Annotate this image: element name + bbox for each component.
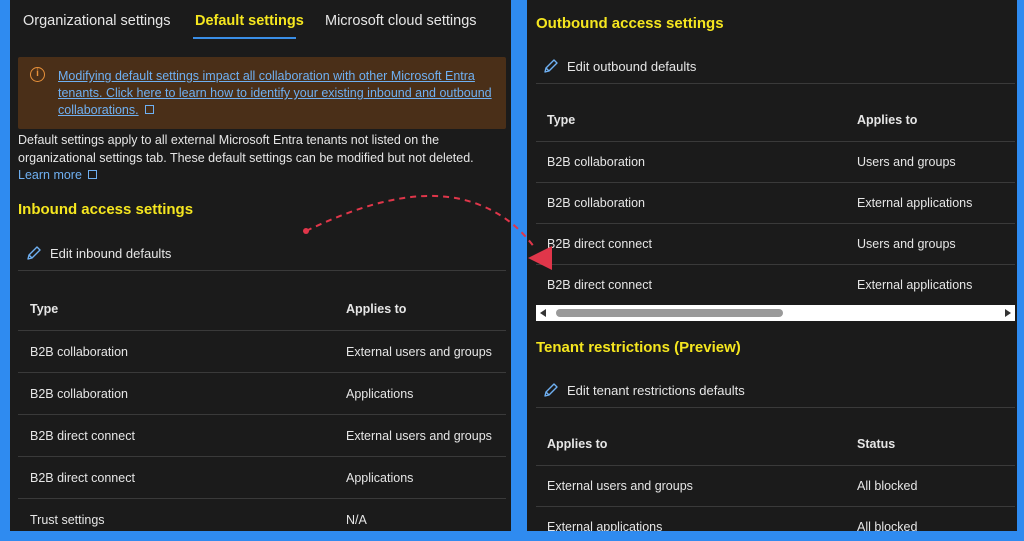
cell-applies-to: External users and groups — [547, 479, 693, 493]
info-icon: i — [30, 67, 45, 82]
table-header-row: Type Applies to — [18, 288, 506, 330]
column-header-type: Type — [547, 113, 576, 127]
tenant-restrictions-table: Applies to Status External users and gro… — [536, 423, 1015, 531]
pencil-icon — [27, 246, 41, 260]
cell-applies-to: Applications — [346, 386, 414, 401]
scroll-left-icon[interactable] — [540, 309, 546, 317]
table-row[interactable]: B2B collaboration External users and gro… — [18, 330, 506, 372]
cell-applies-to: N/A — [346, 512, 367, 527]
warning-banner: i Modifying default settings impact all … — [18, 57, 506, 129]
banner-link[interactable]: Modifying default settings impact all co… — [58, 68, 498, 119]
column-header-applies-to: Applies to — [547, 437, 608, 451]
scroll-right-icon[interactable] — [1005, 309, 1011, 317]
default-settings-description: Default settings apply to all external M… — [18, 133, 474, 165]
tab-default-settings[interactable]: Default settings — [195, 13, 304, 29]
external-link-icon — [144, 105, 154, 114]
table-row[interactable]: External applications All blocked — [536, 506, 1015, 531]
tab-bar: Organizational settings Default settings… — [10, 0, 511, 44]
cell-type: B2B direct connect — [30, 428, 135, 443]
table-row[interactable]: Trust settings N/A — [18, 498, 506, 531]
table-row[interactable]: B2B direct connect Users and groups — [536, 223, 1015, 264]
divider — [18, 270, 506, 271]
horizontal-scrollbar[interactable] — [536, 305, 1015, 321]
active-tab-indicator — [193, 37, 296, 39]
divider — [536, 83, 1015, 84]
table-row[interactable]: B2B direct connect External applications — [536, 264, 1015, 305]
cell-type: B2B direct connect — [547, 278, 652, 292]
cell-applies-to: Users and groups — [857, 237, 956, 251]
table-row[interactable]: B2B collaboration Users and groups — [536, 141, 1015, 182]
cell-applies-to: Users and groups — [857, 155, 956, 169]
table-header-row: Type Applies to — [536, 99, 1015, 141]
table-header-row: Applies to Status — [536, 423, 1015, 465]
cell-type: B2B collaboration — [30, 344, 128, 359]
inbound-section-title: Inbound access settings — [18, 201, 194, 218]
tab-microsoft-cloud-settings[interactable]: Microsoft cloud settings — [325, 13, 477, 29]
cell-applies-to: External applications — [857, 196, 973, 210]
column-header-status: Status — [857, 437, 896, 451]
left-panel: Organizational settings Default settings… — [10, 0, 511, 531]
cell-status: All blocked — [857, 520, 918, 531]
column-header-type: Type — [30, 302, 59, 316]
pencil-icon — [544, 383, 558, 397]
cell-type: B2B collaboration — [547, 155, 645, 169]
inbound-table: Type Applies to B2B collaboration Extern… — [18, 288, 506, 531]
column-header-applies-to: Applies to — [857, 113, 918, 127]
outbound-table: Type Applies to B2B collaboration Users … — [536, 99, 1015, 305]
cell-applies-to: External applications — [547, 520, 663, 531]
edit-tenant-restrictions-button[interactable]: Edit tenant restrictions defaults — [543, 382, 745, 398]
cell-type: B2B collaboration — [547, 196, 645, 210]
cell-status: All blocked — [857, 479, 918, 493]
table-row[interactable]: B2B direct connect External users and gr… — [18, 414, 506, 456]
learn-more-link[interactable]: Learn more — [18, 168, 97, 182]
column-header-applies-to: Applies to — [346, 302, 407, 316]
cell-applies-to: External users and groups — [346, 428, 492, 443]
cell-type: B2B direct connect — [547, 237, 652, 251]
cell-applies-to: External applications — [857, 278, 973, 292]
cell-type: B2B collaboration — [30, 386, 128, 401]
scrollbar-thumb[interactable] — [556, 309, 783, 317]
outbound-section-title: Outbound access settings — [536, 15, 724, 32]
tenant-restrictions-title: Tenant restrictions (Preview) — [536, 339, 741, 356]
edit-outbound-button[interactable]: Edit outbound defaults — [543, 58, 696, 74]
pencil-icon — [544, 59, 558, 73]
table-row[interactable]: External users and groups All blocked — [536, 465, 1015, 506]
external-link-icon — [87, 170, 97, 179]
tab-organizational-settings[interactable]: Organizational settings — [23, 13, 171, 29]
cell-applies-to: Applications — [346, 470, 414, 485]
table-row[interactable]: B2B collaboration External applications — [536, 182, 1015, 223]
divider — [536, 407, 1015, 408]
table-row[interactable]: B2B direct connect Applications — [18, 456, 506, 498]
edit-inbound-button[interactable]: Edit inbound defaults — [26, 245, 171, 261]
right-panel: Outbound access settings Edit outbound d… — [527, 0, 1017, 531]
cell-type: Trust settings — [30, 512, 105, 527]
cell-type: B2B direct connect — [30, 470, 135, 485]
table-row[interactable]: B2B collaboration Applications — [18, 372, 506, 414]
cell-applies-to: External users and groups — [346, 344, 492, 359]
